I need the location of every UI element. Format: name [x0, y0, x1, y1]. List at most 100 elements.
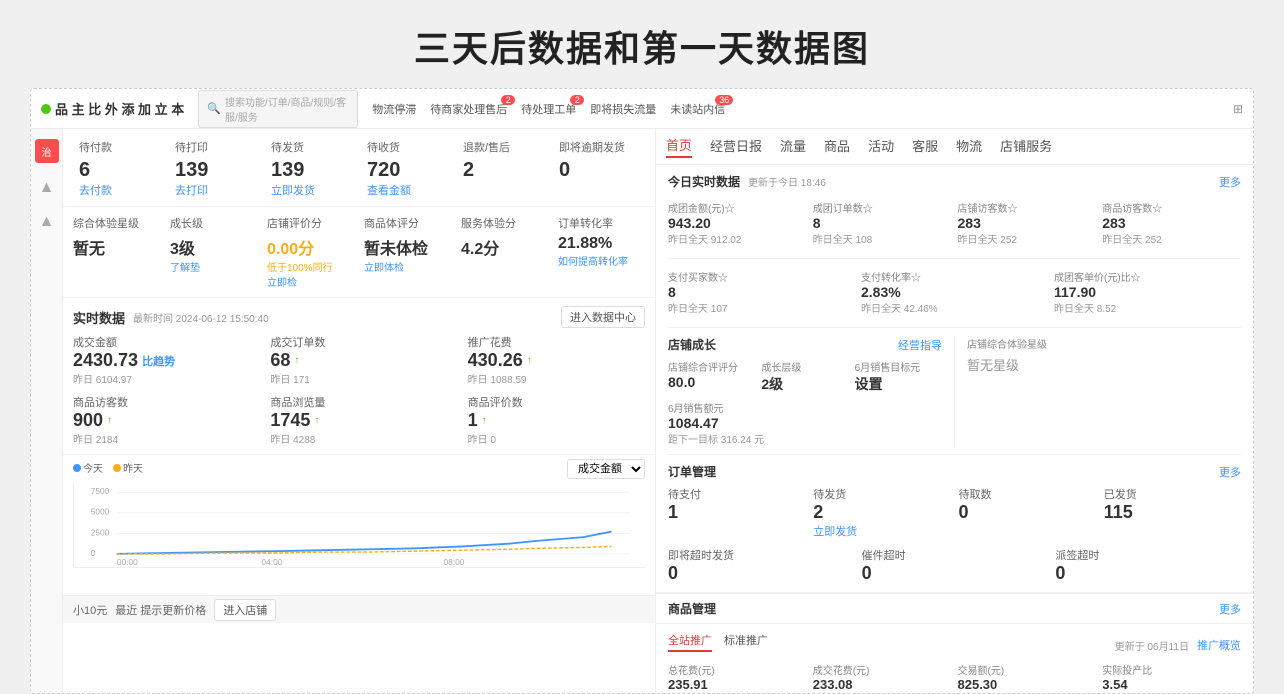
svg-text:04:00: 04:00 — [262, 557, 283, 567]
nav-item-gongdan[interactable]: 待处理工单 2 — [521, 101, 576, 117]
left-panel: 治 ▲ ▲ 待付款 6 去付款 待打印 13 — [31, 129, 656, 693]
product-mgmt-title: 商品管理 — [668, 600, 716, 617]
svg-text:5000: 5000 — [91, 507, 110, 517]
svg-text:2500: 2500 — [91, 527, 110, 537]
order-item-0: 待支付 1 — [668, 486, 805, 539]
dingdanzhuanhua-link[interactable]: 如何提高转化率 — [558, 253, 645, 268]
nav-item-zhanneixin[interactable]: 未读站内信 36 — [670, 101, 725, 117]
rr-value-2: 283 — [958, 215, 1097, 231]
rr-value2-2: 117.90 — [1054, 284, 1241, 300]
order-value2-1: 0 — [862, 563, 1048, 584]
left-icon-3: ▲ — [39, 213, 55, 231]
daishouhuo-link[interactable]: 查看金额 — [367, 182, 447, 198]
daifahuo-value: 139 — [271, 159, 351, 182]
rt-shangpinliulanliang-label: 商品浏览量 — [270, 394, 447, 410]
rr-sub2-1: 昨日全天 42.46% — [861, 300, 1048, 315]
search-bar[interactable]: 🔍 搜索功能/订单/商品/规则/客服/服务 — [198, 90, 358, 128]
chart-legend: 今天 昨天 — [73, 460, 143, 475]
top-right-collapse[interactable]: ⊞ — [1233, 102, 1243, 116]
promo-section: 全站推广 标准推广 更新于 06月11日 推广概览 总花费(元) 235.91 … — [656, 623, 1253, 693]
promo-more[interactable]: 推广概览 — [1197, 637, 1241, 653]
order-grid2: 即将超时发货 0 催件超时 0 派签超时 0 — [668, 547, 1241, 584]
dianjia-link[interactable]: 立即检 — [267, 274, 354, 289]
realtime-title: 实时数据 — [73, 308, 125, 327]
logo-text: 品 主 比 外 添 加 立 本 — [55, 99, 184, 118]
exp-fuwutifen: 服务体验分 4.2分 — [461, 215, 548, 289]
jijiangjinqi-label: 即将逾期发货 — [559, 139, 639, 155]
rr-stat2-2: 成团客单价(元)比☆ 117.90 昨日全天 8.52 — [1054, 265, 1241, 319]
daiyin-link[interactable]: 去打印 — [175, 182, 255, 198]
tab-wuliu[interactable]: 物流 — [956, 136, 982, 157]
tab-jingying[interactable]: 经营日报 — [710, 136, 762, 157]
promo-tab-biaozhun[interactable]: 标准推广 — [724, 632, 768, 652]
daiyin-label: 待打印 — [175, 139, 255, 155]
nav-item-liuliang[interactable]: 即将损失流量 — [590, 101, 656, 117]
order-mgmt-more[interactable]: 更多 — [1219, 464, 1241, 480]
order-link-1[interactable]: 立即发货 — [813, 523, 950, 539]
product-mgmt-more[interactable]: 更多 — [1219, 601, 1241, 617]
daifukuan-link[interactable]: 去付款 — [79, 182, 159, 198]
order-label-1: 待发货 — [813, 486, 950, 502]
search-icon: 🔍 — [207, 102, 221, 115]
stat-tuishou: 退款/售后 2 — [463, 139, 543, 198]
experience-row: 综合体验星级 暂无 成长级 3级 了解垫 店铺评价分 0.00分 低于100%同… — [63, 207, 655, 298]
tab-kefu[interactable]: 客服 — [912, 136, 938, 157]
tab-shangpin[interactable]: 商品 — [824, 136, 850, 157]
order-label2-1: 催件超时 — [862, 547, 1048, 563]
rt-liulan-icon: ↑ — [314, 415, 319, 426]
promo-tab-quanzhan[interactable]: 全站推广 — [668, 632, 712, 652]
rt-chengjiaodanshu-label: 成交订单数 — [270, 334, 447, 350]
growth-stats-grid: 店铺综合评评分 80.0 成长层级 2级 6月销售目标元 设置 — [668, 359, 942, 446]
right-realtime-more[interactable]: 更多 — [1219, 174, 1241, 190]
tab-shouye[interactable]: 首页 — [666, 135, 692, 158]
dingdanzhuanhua-value: 21.88% — [558, 235, 645, 253]
order-management: 订单管理 更多 待支付 1 待发货 2 立即发货 待取数 0 — [656, 455, 1253, 593]
chenzhangji-label: 成长级 — [170, 215, 257, 231]
tab-huodong[interactable]: 活动 — [868, 136, 894, 157]
enter-store-btn[interactable]: 进入店铺 — [214, 599, 276, 621]
rt-tuiguang-icon: ↑ — [527, 355, 532, 366]
nav-item-wuliu[interactable]: 物流停滞 — [372, 101, 416, 117]
chart-controls: 今天 昨天 成交金额 — [73, 459, 645, 479]
growth-pingfen-value: 80.0 — [668, 374, 755, 390]
stat-daifahuo: 待发货 139 立即发货 — [271, 139, 351, 198]
tab-dianpufuwu[interactable]: 店铺服务 — [1000, 136, 1052, 157]
growth-june-amount-value: 1084.47 — [668, 415, 849, 431]
order-label2-0: 即将超时发货 — [668, 547, 854, 563]
liuliang-label: 即将损失流量 — [590, 101, 656, 117]
shangpintifen-link[interactable]: 立即体检 — [364, 259, 451, 274]
zhanneixin-badge: 36 — [715, 95, 733, 105]
right-realtime-update: 更新于今日 18:46 — [748, 174, 826, 189]
svg-text:08:00: 08:00 — [443, 557, 464, 567]
rr-sub-0: 昨日全天 912.02 — [668, 231, 807, 246]
promo-stat-0: 总花费(元) 235.91 — [668, 662, 807, 692]
star-value: 暂无星级 — [967, 355, 1241, 374]
yesterday-legend: 昨天 — [123, 464, 143, 475]
promo-label-3: 实际投产比 — [1102, 662, 1241, 677]
rt-shangpinfangke-value: 900 ↑ — [73, 410, 250, 431]
promo-label-1: 成交花费(元) — [813, 662, 952, 677]
daifahuo-link[interactable]: 立即发货 — [271, 182, 351, 198]
rt-shangpinpingjiashu-label: 商品评价数 — [468, 394, 645, 410]
promo-stat-3: 实际投产比 3.54 — [1102, 662, 1241, 692]
exp-zonghepingfen: 综合体验星级 暂无 — [73, 215, 160, 289]
nav-item-shouhou[interactable]: 待商家处理售后 2 — [430, 101, 507, 117]
store-growth-link[interactable]: 经营指导 — [898, 337, 942, 353]
tab-liuliang[interactable]: 流量 — [780, 136, 806, 157]
chenzhangji-link[interactable]: 了解垫 — [170, 259, 257, 274]
exp-chenzhangji: 成长级 3级 了解垫 — [170, 215, 257, 289]
bottom-strip: 小10元 最近 提示更新价格 进入店铺 — [63, 595, 655, 623]
wuliu-label: 物流停滞 — [372, 101, 416, 117]
growth-chenzhangji-label: 成长层级 — [761, 359, 848, 374]
store-growth: 店铺成长 经营指导 店铺综合评评分 80.0 成长层级 2级 — [668, 336, 955, 446]
order-value-2: 0 — [959, 502, 1096, 523]
order-label-3: 已发货 — [1104, 486, 1241, 502]
rr-value-3: 283 — [1102, 215, 1241, 231]
rt-chengjiaojine-link[interactable]: 比趋势 — [142, 353, 175, 369]
order-item-2: 待取数 0 — [959, 486, 1096, 539]
enter-datacenter-btn[interactable]: 进入数据中心 — [561, 306, 645, 328]
order-label-0: 待支付 — [668, 486, 805, 502]
left-icon-1[interactable]: 治 — [35, 139, 59, 163]
chart-selector[interactable]: 成交金额 — [567, 459, 645, 479]
growth-june-target-value[interactable]: 设置 — [855, 374, 942, 394]
